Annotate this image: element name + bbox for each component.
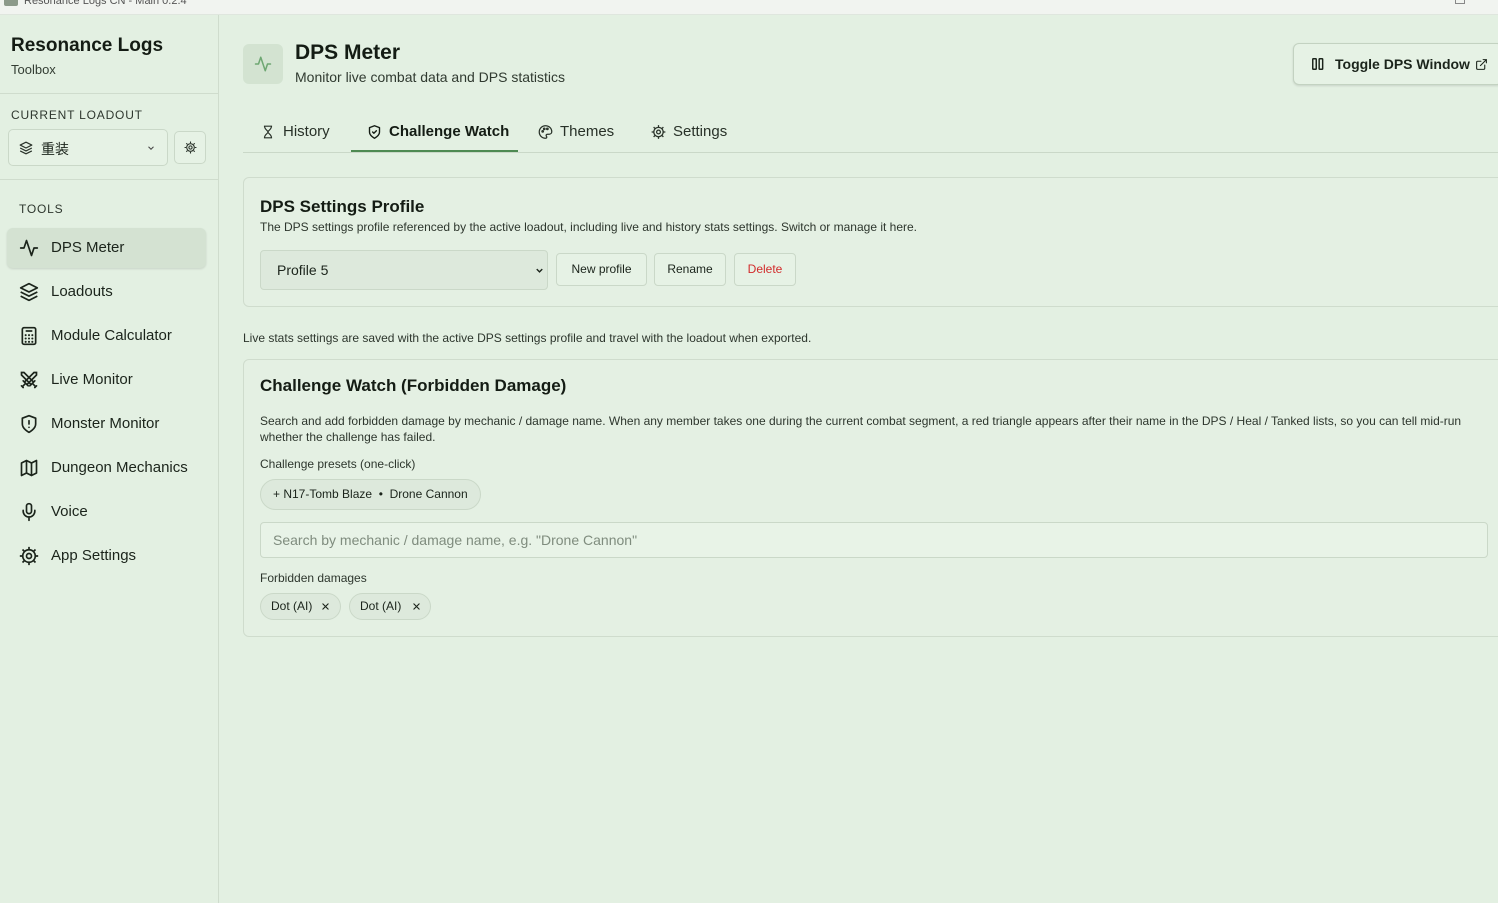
active-tab-indicator bbox=[351, 150, 518, 152]
profile-card: DPS Settings Profile The DPS settings pr… bbox=[243, 177, 1498, 307]
brand-name: Resonance Logs bbox=[11, 35, 164, 56]
rename-profile-button[interactable]: Rename bbox=[654, 253, 726, 286]
hourglass-icon bbox=[261, 124, 275, 140]
sidebar-item-loadouts[interactable]: Loadouts bbox=[7, 272, 206, 312]
main-content: DPS Meter Monitor live combat data and D… bbox=[220, 15, 1498, 903]
sidebar-item-app-settings[interactable]: App Settings bbox=[7, 536, 206, 576]
external-link-icon bbox=[1475, 58, 1488, 71]
sidebar-item-monster-monitor[interactable]: Monster Monitor bbox=[7, 404, 206, 444]
chevron-down-icon bbox=[146, 143, 156, 153]
maximize-icon[interactable] bbox=[1455, 0, 1465, 4]
gear-icon bbox=[651, 124, 666, 140]
brand-subtitle: Toolbox bbox=[11, 62, 56, 77]
tab-settings[interactable]: Settings bbox=[651, 116, 741, 153]
calculator-icon bbox=[19, 326, 39, 346]
damage-search-input[interactable] bbox=[260, 522, 1488, 558]
map-icon bbox=[19, 458, 39, 478]
delete-profile-button[interactable]: Delete bbox=[734, 253, 796, 286]
layers-icon bbox=[19, 282, 39, 302]
tabs-divider bbox=[243, 152, 1498, 153]
shield-icon bbox=[19, 414, 39, 434]
sidebar-item-module-calculator[interactable]: Module Calculator bbox=[7, 316, 206, 356]
close-icon[interactable] bbox=[412, 602, 421, 611]
sidebar: Resonance Logs Toolbox CURRENT LOADOUT 重… bbox=[0, 15, 219, 903]
profile-select[interactable]: Profile 5 bbox=[260, 250, 548, 290]
preset-chip[interactable]: + N17-Tomb Blaze • Drone Cannon bbox=[260, 479, 481, 510]
profile-info-note: Live stats settings are saved with the a… bbox=[243, 331, 812, 345]
challenge-watch-card: Challenge Watch (Forbidden Damage) Searc… bbox=[243, 359, 1498, 637]
sidebar-item-label: Module Calculator bbox=[51, 327, 172, 344]
shield-check-icon bbox=[367, 124, 382, 140]
sidebar-item-dps-meter[interactable]: DPS Meter bbox=[7, 228, 206, 268]
sidebar-item-voice[interactable]: Voice bbox=[7, 492, 206, 532]
challenge-card-title: Challenge Watch (Forbidden Damage) bbox=[260, 376, 567, 395]
tab-history[interactable]: History bbox=[261, 116, 351, 153]
window-titlebar: Resonance Logs CN - Main 0.2.4 bbox=[0, 0, 1498, 15]
window-title: Resonance Logs CN - Main 0.2.4 bbox=[24, 0, 187, 7]
columns-icon bbox=[1311, 57, 1325, 71]
page-icon bbox=[243, 44, 283, 84]
loadout-settings-button[interactable] bbox=[174, 131, 206, 164]
chevron-down-icon bbox=[534, 265, 545, 276]
profile-select-value: Profile 5 bbox=[277, 262, 329, 278]
tab-challenge-watch[interactable]: Challenge Watch bbox=[367, 116, 517, 153]
profile-card-description: The DPS settings profile referenced by t… bbox=[260, 220, 918, 234]
forbidden-damage-chip: Dot (AI) bbox=[260, 593, 341, 620]
page-subtitle: Monitor live combat data and DPS statist… bbox=[295, 69, 566, 85]
forbidden-damage-label: Dot (AI) bbox=[360, 599, 402, 613]
loadout-select[interactable]: 重装 bbox=[8, 129, 168, 166]
toggle-dps-window-label: Toggle DPS Window bbox=[1335, 56, 1470, 72]
tools-section-label: TOOLS bbox=[19, 202, 64, 216]
gear-icon bbox=[184, 141, 197, 154]
page-title: DPS Meter bbox=[295, 41, 401, 64]
sidebar-item-dungeon-mechanics[interactable]: Dungeon Mechanics bbox=[7, 448, 206, 488]
activity-icon bbox=[19, 238, 39, 258]
sidebar-item-label: Dungeon Mechanics bbox=[51, 459, 188, 476]
microphone-icon bbox=[19, 502, 39, 522]
challenge-card-description: Search and add forbidden damage by mecha… bbox=[260, 414, 1462, 444]
forbidden-damages-label: Forbidden damages bbox=[260, 571, 367, 585]
sidebar-item-label: Monster Monitor bbox=[51, 415, 160, 432]
forbidden-damage-label: Dot (AI) bbox=[271, 599, 313, 613]
toggle-dps-window-button[interactable]: Toggle DPS Window bbox=[1293, 43, 1498, 85]
sidebar-divider bbox=[0, 179, 218, 180]
layers-icon bbox=[19, 141, 33, 155]
gear-icon bbox=[19, 546, 39, 566]
sidebar-item-live-monitor[interactable]: Live Monitor bbox=[7, 360, 206, 400]
tab-label: Challenge Watch bbox=[389, 123, 510, 140]
tab-label: Settings bbox=[673, 123, 728, 140]
sidebar-item-label: App Settings bbox=[51, 547, 137, 564]
sidebar-item-label: DPS Meter bbox=[51, 239, 125, 256]
presets-label: Challenge presets (one-click) bbox=[260, 457, 416, 471]
app-icon bbox=[4, 0, 18, 6]
activity-icon bbox=[254, 56, 272, 72]
sidebar-item-label: Loadouts bbox=[51, 283, 113, 300]
forbidden-damage-chip: Dot (AI) bbox=[349, 593, 431, 620]
sidebar-divider bbox=[0, 93, 218, 94]
tab-themes[interactable]: Themes bbox=[538, 116, 628, 153]
tab-label: History bbox=[283, 123, 330, 140]
sidebar-item-label: Voice bbox=[51, 503, 88, 520]
sidebar-item-label: Live Monitor bbox=[51, 371, 133, 388]
loadout-value: 重装 bbox=[41, 142, 69, 158]
swords-icon bbox=[19, 370, 39, 390]
profile-card-title: DPS Settings Profile bbox=[260, 197, 425, 216]
new-profile-button[interactable]: New profile bbox=[556, 253, 647, 286]
loadout-section-label: CURRENT LOADOUT bbox=[11, 108, 143, 122]
tab-label: Themes bbox=[560, 123, 615, 140]
palette-icon bbox=[538, 124, 553, 140]
close-icon[interactable] bbox=[321, 602, 330, 611]
